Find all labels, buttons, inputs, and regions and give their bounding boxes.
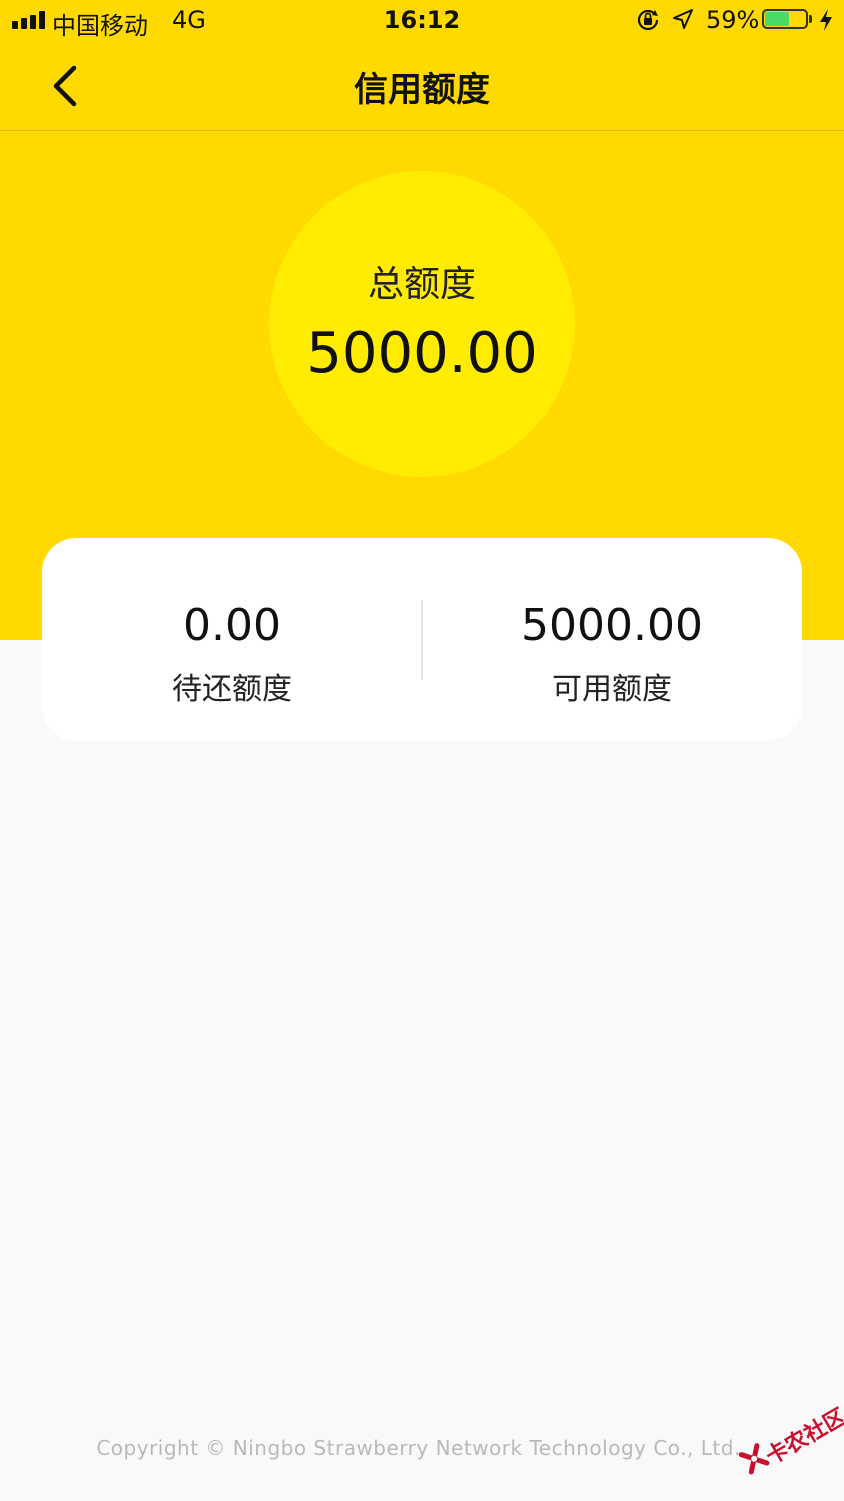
nav-bar: 信用额度	[0, 42, 844, 131]
orientation-lock-icon	[637, 9, 659, 31]
total-limit-value: 5000.00	[306, 321, 538, 386]
available-limit-label: 可用额度	[552, 672, 672, 707]
watermark-logo: 卡农社区	[727, 1389, 844, 1501]
location-icon	[673, 9, 693, 29]
page-title: 信用额度	[354, 70, 490, 110]
total-limit-circle: 总额度 5000.00	[269, 171, 575, 477]
available-limit-value: 5000.00	[521, 600, 703, 651]
copyright-text: Copyright © Ningbo Strawberry Network Te…	[96, 1436, 748, 1460]
limits-card: 0.00 待还额度 5000.00 可用额度	[42, 538, 802, 741]
status-bar: 中国移动 4G 16:12 59%	[0, 0, 844, 42]
watermark-text: 卡农社区	[761, 1404, 844, 1471]
battery-percent: 59%	[706, 6, 760, 34]
available-limit-item: 5000.00 可用额度	[422, 538, 802, 741]
pending-repayment-label: 待还额度	[172, 672, 292, 707]
pending-repayment-item: 0.00 待还额度	[42, 538, 422, 741]
charging-icon	[820, 9, 832, 31]
total-limit-label: 总额度	[367, 264, 476, 305]
battery-icon	[762, 9, 814, 31]
pending-repayment-value: 0.00	[183, 600, 281, 651]
